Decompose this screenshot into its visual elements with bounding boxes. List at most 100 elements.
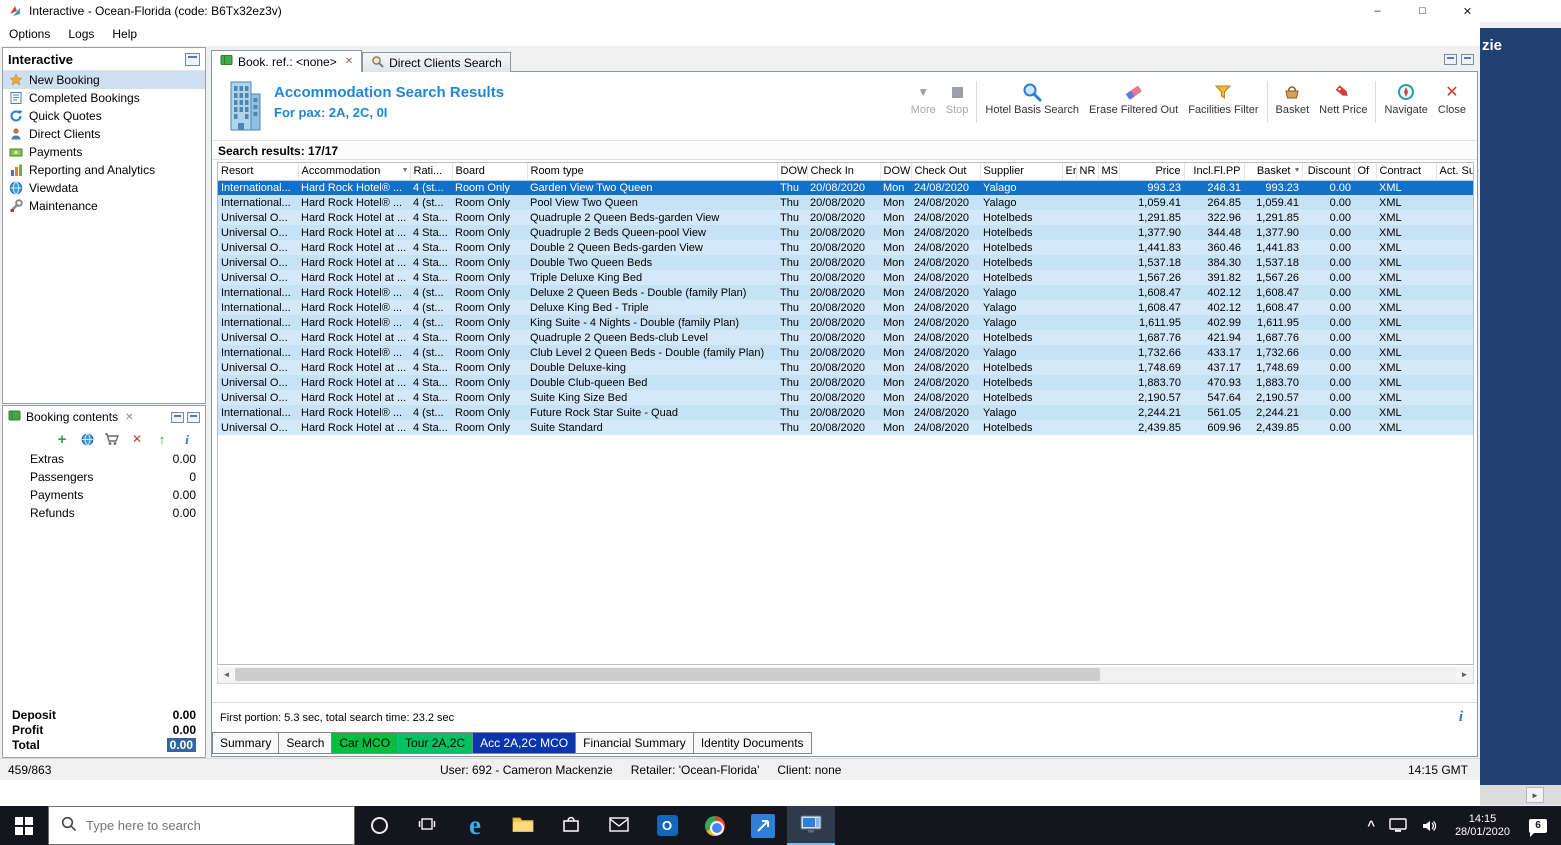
blue-app-button[interactable] — [739, 806, 787, 845]
navigate-button[interactable]: Navigate — [1379, 80, 1432, 116]
cart-icon[interactable] — [104, 431, 120, 447]
column-header-19[interactable]: Act. Su... — [1436, 163, 1473, 181]
menu-help[interactable]: Help — [103, 24, 146, 44]
column-header-8[interactable]: Check Out — [911, 163, 981, 181]
sidebar-item-completed-bookings[interactable]: Completed Bookings — [3, 89, 205, 107]
booking-row-passengers[interactable]: Passengers 0 — [3, 468, 205, 486]
panel-minimize-icon[interactable] — [1444, 54, 1457, 65]
action-center-button[interactable]: 6 — [1519, 818, 1561, 837]
table-row[interactable]: Universal O... Hard Rock Hotel at ... 4 St… — [218, 360, 1473, 375]
column-header-7[interactable]: DOW — [880, 163, 912, 181]
sort-icon[interactable]: ▼ — [1294, 167, 1301, 174]
booking-contents-close-icon[interactable]: ✕ — [125, 412, 133, 423]
erase-filtered-out-button[interactable]: Erase Filtered Out — [1084, 80, 1183, 116]
column-header-4[interactable]: Room type — [527, 163, 778, 181]
table-row[interactable]: Universal O... Hard Rock Hotel at ... 4 St… — [218, 270, 1473, 285]
mail-button[interactable] — [595, 806, 643, 845]
column-header-15[interactable]: Basket ▼ — [1244, 163, 1303, 181]
nett-price-button[interactable]: Nett Price — [1314, 80, 1372, 116]
table-row[interactable]: International... Hard Rock Hotel® ... 4 (s… — [218, 405, 1473, 420]
panel-restore-icon[interactable] — [1461, 54, 1474, 65]
column-header-5[interactable]: DOW — [777, 163, 808, 181]
sidebar-item-payments[interactable]: Payments — [3, 143, 205, 161]
column-header-17[interactable]: Of — [1354, 163, 1377, 181]
column-header-13[interactable]: Price — [1119, 163, 1185, 181]
edge-taskbar-button[interactable]: e — [451, 806, 499, 845]
minimize-icon[interactable]: – — [1355, 0, 1400, 22]
add-icon[interactable]: + — [54, 431, 70, 447]
file-explorer-button[interactable] — [499, 806, 547, 845]
sidebar-item-viewdata[interactable]: Viewdata — [3, 179, 205, 197]
chrome-button[interactable] — [691, 806, 739, 845]
info-icon[interactable]: i — [1459, 709, 1463, 726]
table-row[interactable]: International... Hard Rock Hotel® ... 4 (s… — [218, 180, 1473, 195]
scrollbar-thumb[interactable] — [235, 668, 1100, 681]
outlook-button[interactable]: O — [643, 806, 691, 845]
sidebar-item-reporting-and-analytics[interactable]: Reporting and Analytics — [3, 161, 205, 179]
table-row[interactable]: Universal O... Hard Rock Hotel at ... 4 St… — [218, 390, 1473, 405]
bottom-tab-search[interactable]: Search — [279, 732, 333, 754]
start-button[interactable] — [0, 806, 48, 845]
web-icon[interactable] — [79, 431, 95, 447]
tab-close-icon[interactable]: ✕ — [345, 56, 353, 67]
search-input[interactable] — [86, 818, 306, 833]
upload-icon[interactable]: ↑ — [154, 431, 170, 447]
table-row[interactable]: Universal O... Hard Rock Hotel at ... 4 St… — [218, 240, 1473, 255]
bottom-tab-identity-documents[interactable]: Identity Documents — [693, 732, 812, 754]
column-header-9[interactable]: Supplier — [980, 163, 1063, 181]
facilities-filter-button[interactable]: Facilities Filter — [1183, 80, 1263, 116]
taskbar-search[interactable] — [48, 806, 355, 845]
close-icon[interactable]: ✕ — [1445, 0, 1490, 22]
column-header-11[interactable]: NR — [1076, 163, 1099, 181]
filter-icon[interactable]: ▼ — [402, 167, 409, 174]
close-results-button[interactable]: ✕ Close — [1433, 80, 1471, 116]
sidebar-item-direct-clients[interactable]: Direct Clients — [3, 125, 205, 143]
tab-book-ref[interactable]: Book. ref.: <none> ✕ — [211, 50, 363, 72]
column-header-16[interactable]: Discount — [1302, 163, 1355, 181]
cortana-button[interactable] — [355, 806, 403, 845]
table-row[interactable]: Universal O... Hard Rock Hotel at ... 4 St… — [218, 255, 1473, 270]
sidebar-item-quick-quotes[interactable]: Quick Quotes — [3, 107, 205, 125]
network-icon[interactable] — [1382, 818, 1414, 833]
bottom-tab-summary[interactable]: Summary — [212, 732, 280, 754]
info-icon[interactable]: i — [179, 431, 195, 447]
menu-logs[interactable]: Logs — [59, 24, 103, 44]
table-row[interactable]: International... Hard Rock Hotel® ... 4 (s… — [218, 195, 1473, 210]
volume-icon[interactable] — [1414, 819, 1446, 833]
task-view-button[interactable] — [403, 806, 451, 845]
horizontal-scrollbar[interactable]: ◄ ► — [217, 667, 1474, 684]
tab-direct-clients-search[interactable]: Direct Clients Search — [362, 52, 511, 72]
table-row[interactable]: International... Hard Rock Hotel® ... 4 (s… — [218, 285, 1473, 300]
booking-row-extras[interactable]: Extras 0.00 — [3, 450, 205, 468]
booking-row-payments[interactable]: Payments 0.00 — [3, 486, 205, 504]
scroll-right-icon[interactable]: ► — [1526, 787, 1544, 803]
panel-pin-icon[interactable] — [185, 52, 200, 66]
column-header-3[interactable]: Board — [452, 163, 528, 181]
basket-button[interactable]: Basket — [1271, 80, 1315, 116]
bottom-tab-tour[interactable]: Tour 2A,2C — [398, 732, 474, 754]
column-header-2[interactable]: Rati... — [410, 163, 453, 181]
table-row[interactable]: Universal O... Hard Rock Hotel at ... 4 St… — [218, 225, 1473, 240]
column-header-10[interactable]: Er — [1062, 163, 1077, 181]
table-row[interactable]: International... Hard Rock Hotel® ... 4 (s… — [218, 315, 1473, 330]
column-header-1[interactable]: Accommodation ▼ — [298, 163, 411, 181]
table-row[interactable]: Universal O... Hard Rock Hotel at ... 4 St… — [218, 210, 1473, 225]
column-header-12[interactable]: MS — [1098, 163, 1120, 181]
bottom-tab-acc-mco[interactable]: Acc 2A,2C MCO — [473, 732, 577, 754]
scroll-left-icon[interactable]: ◄ — [218, 667, 235, 682]
delete-icon[interactable]: ✕ — [129, 431, 145, 447]
tray-expand-icon[interactable]: ^ — [1360, 818, 1382, 833]
column-header-6[interactable]: Check In — [807, 163, 881, 181]
column-header-0[interactable]: Resort — [218, 163, 299, 181]
table-row[interactable]: Universal O... Hard Rock Hotel at ... 4 St… — [218, 375, 1473, 390]
sidebar-item-maintenance[interactable]: Maintenance — [3, 197, 205, 215]
table-row[interactable]: International... Hard Rock Hotel® ... 4 (s… — [218, 300, 1473, 315]
table-row[interactable]: Universal O... Hard Rock Hotel at ... 4 St… — [218, 420, 1473, 435]
sidebar-item-new-booking[interactable]: New Booking — [3, 71, 205, 89]
store-button[interactable] — [547, 806, 595, 845]
table-row[interactable]: Universal O... Hard Rock Hotel at ... 4 St… — [218, 330, 1473, 345]
column-header-18[interactable]: Contract — [1376, 163, 1437, 181]
bottom-tab-financial-summary[interactable]: Financial Summary — [576, 732, 694, 754]
maximize-icon[interactable]: □ — [1400, 0, 1445, 22]
table-row[interactable]: International... Hard Rock Hotel® ... 4 (s… — [218, 345, 1473, 360]
